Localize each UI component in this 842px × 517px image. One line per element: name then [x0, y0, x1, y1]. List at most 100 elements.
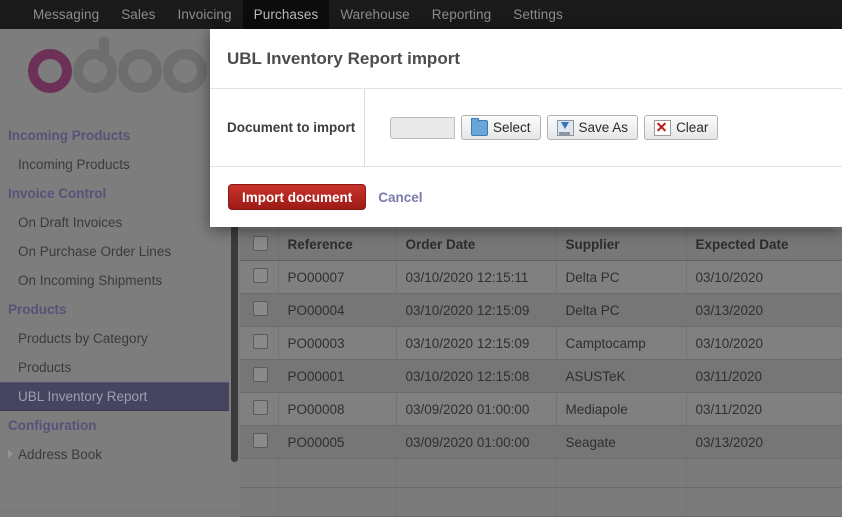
dialog-header: UBL Inventory Report import — [210, 29, 842, 89]
cell-expected-date: 03/13/2020 — [686, 425, 842, 459]
odoo-logo[interactable] — [0, 29, 239, 113]
sidebar-item-products[interactable]: Products — [0, 353, 239, 382]
sidebar-item-address-book[interactable]: Address Book — [0, 440, 239, 469]
save-as-label: Save As — [578, 120, 629, 135]
import-dialog: UBL Inventory Report import Document to … — [210, 29, 842, 227]
nav-item-settings[interactable]: Settings — [502, 0, 574, 29]
row-select-cell — [240, 359, 279, 393]
nav-item-messaging[interactable]: Messaging — [22, 0, 110, 29]
cell-reference: PO00004 — [278, 293, 397, 327]
select-file-label: Select — [493, 120, 531, 135]
column-header-supplier[interactable]: Supplier — [556, 228, 687, 261]
sidebar-item-incoming-products[interactable]: Incoming Products — [0, 150, 239, 179]
purchase-orders-list: Reference Order Date Supplier Expected D… — [240, 228, 842, 517]
cell-order-date: 03/10/2020 12:15:08 — [396, 359, 557, 393]
cell-order-date: 03/09/2020 01:00:00 — [396, 392, 557, 426]
row-select-cell — [240, 392, 279, 426]
filler-cell — [556, 458, 687, 488]
row-checkbox[interactable] — [253, 301, 268, 316]
sidebar-scrollbar-thumb[interactable] — [231, 222, 238, 462]
cell-supplier: Delta PC — [556, 260, 687, 294]
cell-supplier: Seagate — [556, 425, 687, 459]
sidebar-item-ubl-inventory-report[interactable]: UBL Inventory Report — [0, 382, 229, 411]
column-header-order-date[interactable]: Order Date — [396, 228, 557, 261]
row-checkbox[interactable] — [253, 367, 268, 382]
logo-letter-o-1-icon — [28, 49, 72, 93]
nav-item-invoicing[interactable]: Invoicing — [166, 0, 242, 29]
clear-file-button[interactable]: Clear — [644, 115, 719, 140]
cell-supplier: Delta PC — [556, 293, 687, 327]
cell-supplier: Camptocamp — [556, 326, 687, 360]
nav-item-reporting[interactable]: Reporting — [421, 0, 502, 29]
cell-expected-date: 03/13/2020 — [686, 293, 842, 327]
document-field-label: Document to import — [227, 120, 356, 135]
cell-expected-date: 03/11/2020 — [686, 392, 842, 426]
column-header-expected-date[interactable]: Expected Date — [686, 228, 842, 261]
import-document-button[interactable]: Import document — [228, 184, 367, 210]
row-select-cell — [240, 260, 279, 294]
nav-item-sales[interactable]: Sales — [110, 0, 166, 29]
table-body: PO00007 03/10/2020 12:15:11 Delta PC 03/10/… — [240, 260, 842, 517]
table-row[interactable]: PO00008 03/09/2020 01:00:00 Mediapole 03/11… — [240, 392, 842, 426]
folder-icon — [471, 117, 488, 136]
cell-supplier: Mediapole — [556, 392, 687, 426]
row-checkbox[interactable] — [253, 334, 268, 349]
sidebar-item-on-incoming-shipments[interactable]: On Incoming Shipments — [0, 266, 239, 295]
filler-cell — [278, 458, 397, 488]
row-checkbox[interactable] — [253, 400, 268, 415]
purchase-orders-table: Reference Order Date Supplier Expected D… — [240, 228, 842, 517]
sidebar-section-invoice-control: Invoice Control — [8, 186, 107, 201]
sidebar-section-incoming-products: Incoming Products — [8, 128, 131, 143]
column-header-reference[interactable]: Reference — [278, 228, 397, 261]
chevron-right-icon — [8, 450, 13, 458]
filler-cell — [686, 458, 842, 488]
main-navbar: Messaging Sales Invoicing Purchases Warehous… — [0, 0, 842, 29]
sidebar-section-configuration: Configuration — [8, 418, 97, 433]
select-file-button[interactable]: Select — [461, 115, 541, 140]
cell-reference: PO00008 — [278, 392, 397, 426]
table-row[interactable]: PO00007 03/10/2020 12:15:11 Delta PC 03/10/… — [240, 260, 842, 294]
cell-expected-date: 03/10/2020 — [686, 260, 842, 294]
cell-order-date: 03/09/2020 01:00:00 — [396, 425, 557, 459]
select-all-checkbox[interactable] — [253, 235, 268, 251]
row-checkbox[interactable] — [253, 433, 268, 448]
navbar-left-spacer — [0, 0, 22, 29]
sidebar-item-label: Address Book — [18, 447, 103, 462]
row-select-cell — [240, 425, 279, 459]
table-row[interactable]: PO00005 03/09/2020 01:00:00 Seagate 03/13/2… — [240, 425, 842, 459]
filler-cell — [396, 458, 557, 488]
cell-order-date: 03/10/2020 12:15:09 — [396, 326, 557, 360]
filler-cell — [240, 458, 279, 488]
table-header-row: Reference Order Date Supplier Expected D… — [240, 228, 842, 261]
table-row[interactable]: PO00001 03/10/2020 12:15:08 ASUSTeK 03/11/2… — [240, 359, 842, 393]
logo-letter-d-icon — [73, 36, 117, 93]
logo-letter-o-3-icon — [163, 49, 207, 93]
sidebar-item-products-by-category[interactable]: Products by Category — [0, 324, 239, 353]
row-select-cell — [240, 293, 279, 327]
nav-item-warehouse[interactable]: Warehouse — [329, 0, 420, 29]
table-filler-row — [240, 487, 842, 517]
clear-label: Clear — [676, 120, 709, 135]
select-all-cell — [240, 228, 279, 261]
table-filler-row — [240, 458, 842, 488]
table-row[interactable]: PO00004 03/10/2020 12:15:09 Delta PC 03/13/… — [240, 293, 842, 327]
left-sidebar: Incoming Products Incoming Products Invoic… — [0, 29, 239, 509]
dialog-body: Document to import Select Save As Clear — [210, 89, 842, 167]
table-header: Reference Order Date Supplier Expected D… — [240, 228, 842, 261]
logo-letter-o-2-icon — [118, 49, 162, 93]
sidebar-item-on-purchase-order-lines[interactable]: On Purchase Order Lines — [0, 237, 239, 266]
dialog-title: UBL Inventory Report import — [227, 48, 460, 68]
row-checkbox[interactable] — [253, 268, 268, 283]
cancel-button[interactable]: Cancel — [378, 190, 422, 205]
sidebar-item-on-draft-invoices[interactable]: On Draft Invoices — [0, 208, 239, 237]
save-as-button[interactable]: Save As — [546, 115, 639, 140]
nav-item-purchases[interactable]: Purchases — [242, 0, 330, 29]
sidebar-section-products: Products — [8, 302, 67, 317]
filler-cell — [278, 487, 397, 517]
row-select-cell — [240, 326, 279, 360]
dialog-footer: Import document Cancel — [210, 167, 842, 227]
document-field-controls: Select Save As Clear — [364, 89, 842, 166]
document-file-input[interactable] — [390, 116, 455, 139]
cell-order-date: 03/10/2020 12:15:11 — [396, 260, 557, 294]
table-row[interactable]: PO00003 03/10/2020 12:15:09 Camptocamp 03/1… — [240, 326, 842, 360]
